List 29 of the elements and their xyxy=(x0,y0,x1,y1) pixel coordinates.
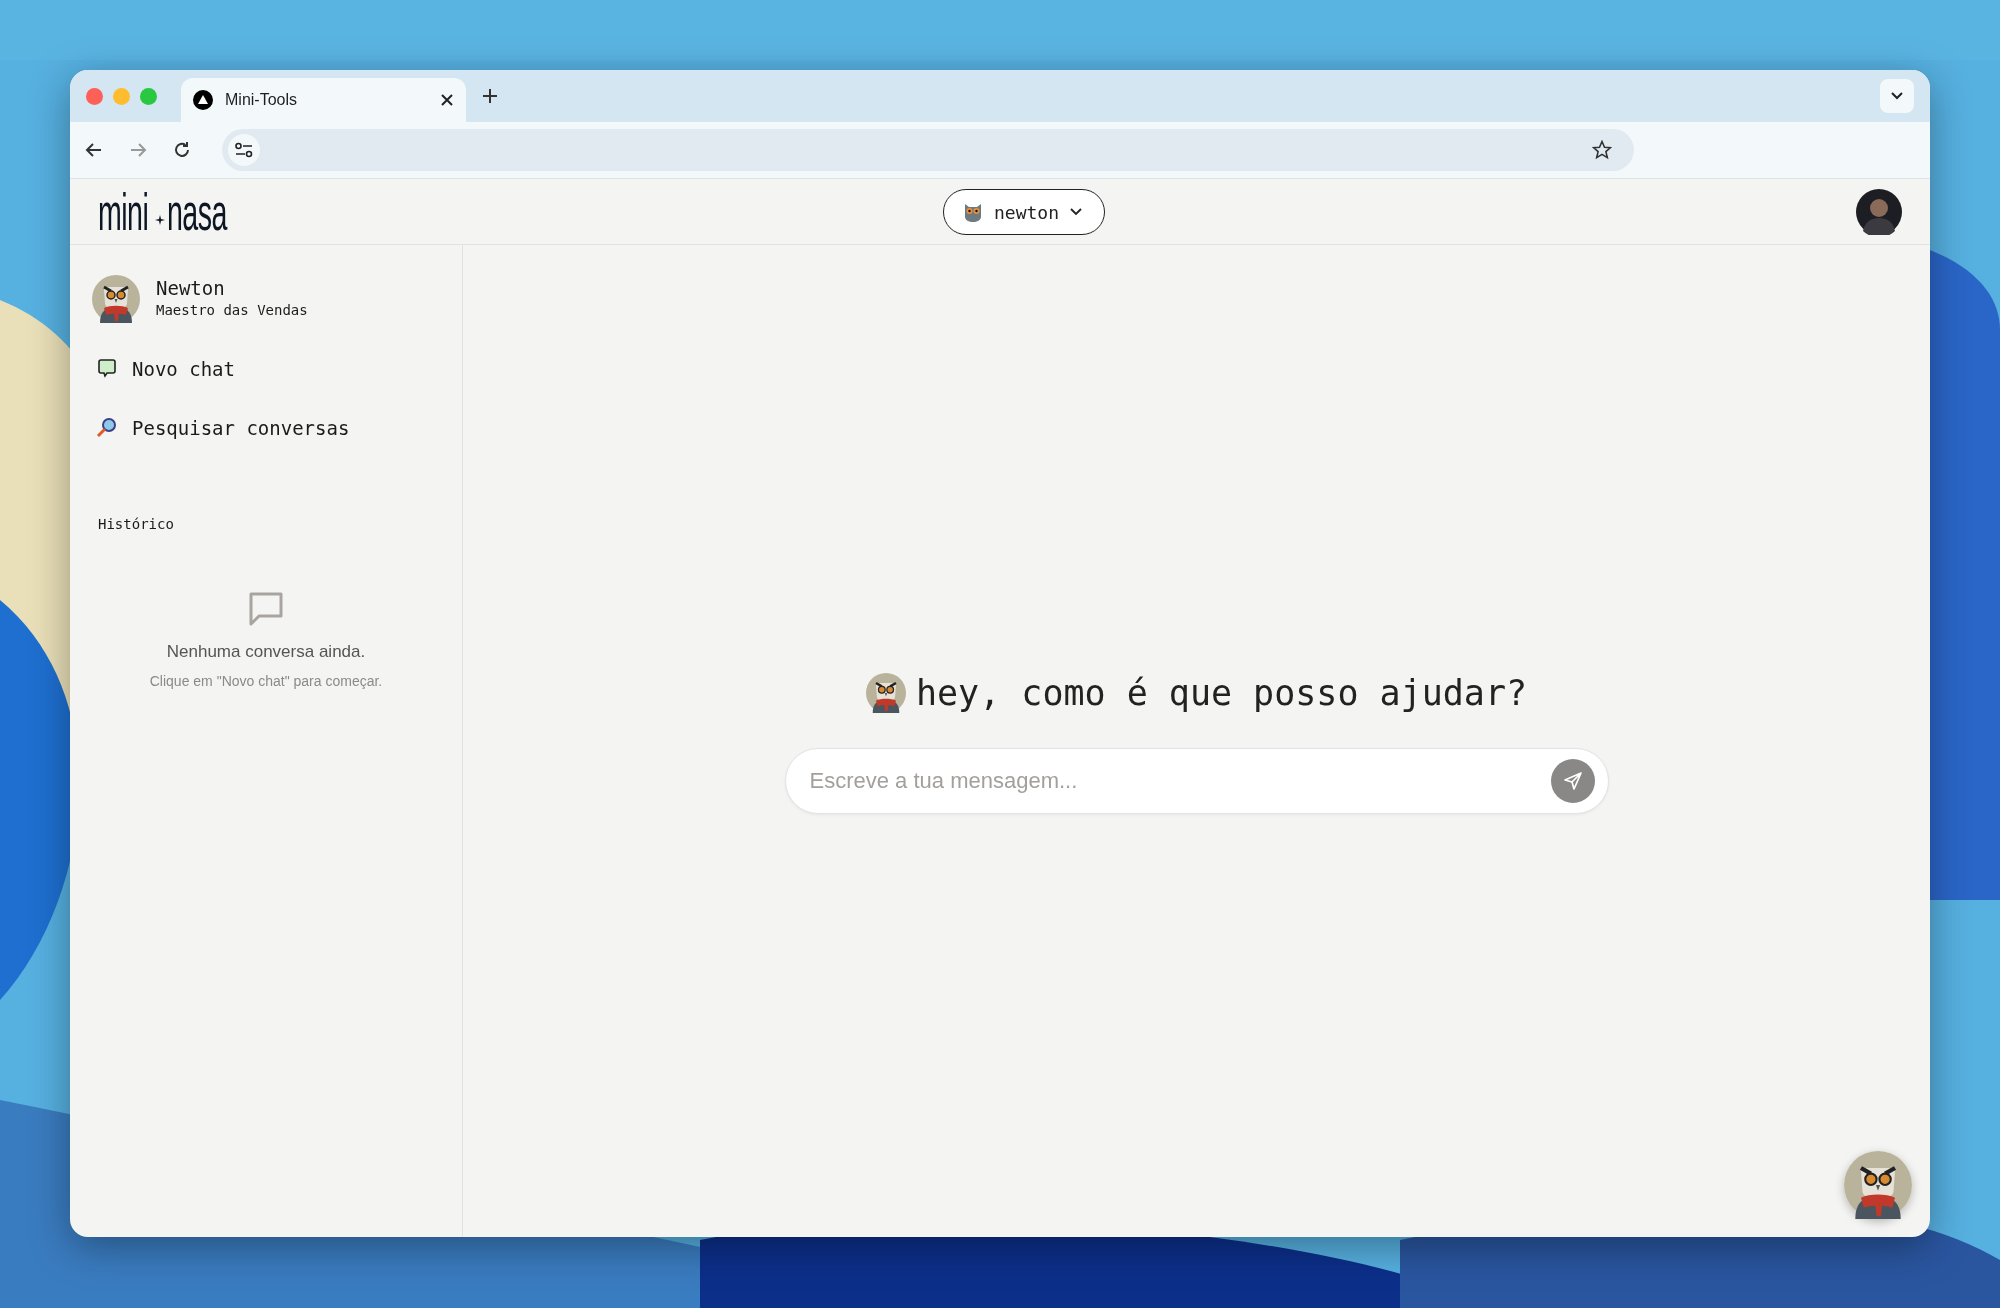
sidebar-item[interactable]: Novo chat xyxy=(90,355,442,384)
chevron-down-icon xyxy=(1069,207,1084,217)
tab-list-icon[interactable] xyxy=(1880,79,1914,113)
close-icon[interactable] xyxy=(440,93,454,107)
profile-name: Newton xyxy=(156,277,226,300)
send-icon xyxy=(1562,770,1583,791)
agent-selector[interactable]: newton xyxy=(943,189,1105,235)
owl-icon xyxy=(962,201,984,223)
browser-tab[interactable]: Mini-Tools xyxy=(181,78,466,122)
owl-avatar xyxy=(92,275,140,323)
star-icon[interactable] xyxy=(1592,140,1612,160)
new-tab-icon[interactable] xyxy=(482,88,498,104)
magnifier-icon xyxy=(96,416,118,439)
history-heading: Histórico xyxy=(97,515,175,534)
owl-avatar xyxy=(865,673,906,714)
user-avatar[interactable] xyxy=(1856,188,1902,235)
sidebar-item[interactable]: Pesquisar conversas xyxy=(90,413,442,442)
settings-icon[interactable] xyxy=(235,142,253,158)
chat-bubble-icon xyxy=(248,591,284,627)
logo[interactable]: mini nasa xyxy=(98,186,277,237)
message-input[interactable]: Escreve a tua mensagem... xyxy=(784,747,1609,814)
tab-title: Mini-Tools xyxy=(225,90,298,110)
empty-state-title: Nenhuma conversa ainda. xyxy=(166,641,366,663)
assistant-avatar-button[interactable] xyxy=(1844,1151,1912,1219)
sparkle-icon xyxy=(155,214,166,225)
empty-state-hint: Clique em "Novo chat" para começar. xyxy=(149,671,383,691)
greeting: hey, como é que posso ajudar? xyxy=(915,672,1528,715)
profile-role: Maestro das Vendas xyxy=(156,300,308,320)
reload-icon[interactable] xyxy=(172,140,192,160)
